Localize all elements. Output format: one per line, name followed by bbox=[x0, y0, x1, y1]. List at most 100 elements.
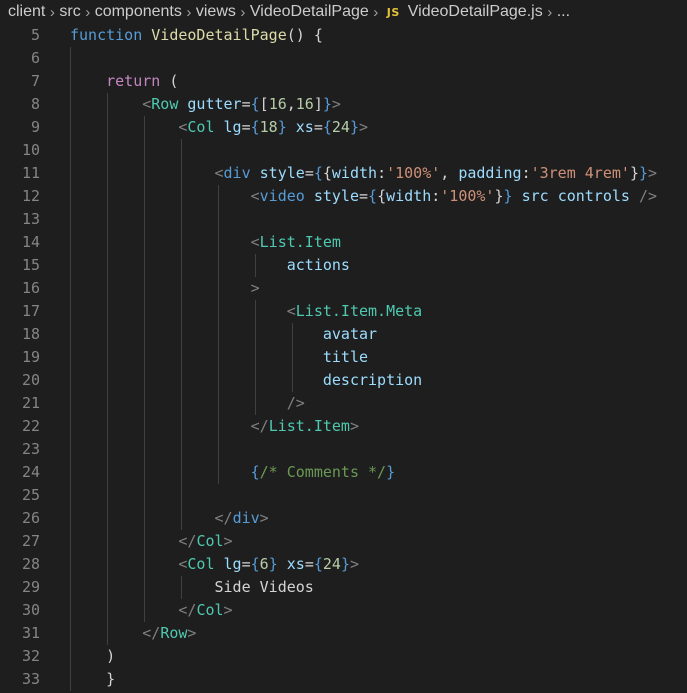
code-token: < bbox=[250, 233, 260, 251]
breadcrumb: client › src › components › views › Vide… bbox=[0, 0, 687, 24]
breadcrumb-item-src[interactable]: src bbox=[59, 3, 80, 21]
code-token: { bbox=[313, 555, 323, 573]
code-line[interactable]: 19 title bbox=[0, 346, 687, 369]
code-token: List.Item bbox=[259, 233, 341, 251]
code-token: } bbox=[503, 187, 513, 205]
code-token: /* Comments */ bbox=[259, 463, 387, 481]
code-token: { bbox=[250, 95, 260, 113]
line-content: return ( bbox=[70, 70, 178, 93]
chevron-right-icon: › bbox=[85, 3, 91, 21]
code-token: Col bbox=[187, 555, 215, 573]
code-token: </ bbox=[250, 417, 269, 435]
code-editor[interactable]: 45function VideoDetailPage() {67 return … bbox=[0, 0, 687, 693]
code-line[interactable]: 11 <div style={{width:'100%', padding:'3… bbox=[0, 162, 687, 185]
line-content: title bbox=[70, 346, 368, 369]
code-token: </ bbox=[142, 624, 161, 642]
code-line[interactable]: 16 > bbox=[0, 277, 687, 300]
line-number: 30 bbox=[21, 601, 40, 619]
code-token: style bbox=[313, 187, 359, 205]
code-line[interactable]: 20 description bbox=[0, 369, 687, 392]
code-line[interactable]: 23 bbox=[0, 438, 687, 461]
code-line[interactable]: 13 bbox=[0, 208, 687, 231]
code-line[interactable]: 12 <video style={{width:'100%'}} src con… bbox=[0, 185, 687, 208]
code-token: ( bbox=[160, 72, 179, 90]
line-number: 13 bbox=[21, 210, 40, 228]
code-line[interactable]: 29 Side Videos bbox=[0, 576, 687, 599]
line-number: 32 bbox=[21, 647, 40, 665]
code-token: < bbox=[142, 95, 152, 113]
breadcrumb-item-views[interactable]: views bbox=[196, 3, 236, 21]
code-line[interactable]: 14 <List.Item bbox=[0, 231, 687, 254]
code-line[interactable]: 10 bbox=[0, 139, 687, 162]
code-token: } bbox=[349, 118, 359, 136]
line-number: 25 bbox=[21, 486, 40, 504]
code-line[interactable]: 17 <List.Item.Meta bbox=[0, 300, 687, 323]
code-line[interactable]: 28 <Col lg={6} xs={24}> bbox=[0, 553, 687, 576]
code-line[interactable]: 22 </List.Item> bbox=[0, 415, 687, 438]
code-token: </ bbox=[178, 532, 197, 550]
code-line[interactable]: 24 {/* Comments */} bbox=[0, 461, 687, 484]
line-number: 26 bbox=[21, 509, 40, 527]
code-token: > bbox=[187, 624, 197, 642]
code-line[interactable]: 15 actions bbox=[0, 254, 687, 277]
code-line[interactable]: 21 /> bbox=[0, 392, 687, 415]
code-token: </ bbox=[214, 509, 233, 527]
line-number: 14 bbox=[21, 233, 40, 251]
breadcrumb-item-client[interactable]: client bbox=[8, 3, 45, 21]
breadcrumb-item-symbols[interactable]: ... bbox=[557, 3, 570, 21]
code-token: { bbox=[250, 555, 260, 573]
code-token: = bbox=[241, 95, 251, 113]
line-number: 33 bbox=[21, 670, 40, 688]
code-line[interactable]: 6 bbox=[0, 47, 687, 70]
code-line[interactable]: 26 </div> bbox=[0, 507, 687, 530]
code-line[interactable]: 7 return ( bbox=[0, 70, 687, 93]
code-line[interactable]: 31 </Row> bbox=[0, 622, 687, 645]
line-content: <Col lg={6} xs={24}> bbox=[70, 553, 359, 576]
code-line[interactable]: 5 function VideoDetailPage() { bbox=[0, 24, 687, 47]
line-number: 22 bbox=[21, 417, 40, 435]
line-content: </Col> bbox=[70, 530, 232, 553]
chevron-right-icon: › bbox=[186, 3, 192, 21]
line-content: function VideoDetailPage() { bbox=[70, 24, 323, 47]
breadcrumb-item-file[interactable]: VideoDetailPage.js bbox=[408, 3, 543, 21]
code-token: } bbox=[277, 118, 287, 136]
code-line[interactable]: 30 </Col> bbox=[0, 599, 687, 622]
line-content: > bbox=[70, 277, 260, 300]
code-token: > bbox=[359, 118, 369, 136]
code-line[interactable]: 8 <Row gutter={[16,16]}> bbox=[0, 93, 687, 116]
line-content: </Col> bbox=[70, 599, 232, 622]
code-line[interactable]: 9 <Col lg={18} xs={24}> bbox=[0, 116, 687, 139]
code-line[interactable]: 27 </Col> bbox=[0, 530, 687, 553]
line-content: /> bbox=[70, 392, 305, 415]
code-token: /> bbox=[638, 187, 658, 205]
code-line[interactable]: 25 bbox=[0, 484, 687, 507]
code-line[interactable]: 32 ) bbox=[0, 645, 687, 668]
code-token: < bbox=[286, 302, 296, 320]
code-line[interactable]: 18 avatar bbox=[0, 323, 687, 346]
code-token: } bbox=[629, 164, 639, 182]
code-token: : bbox=[431, 187, 441, 205]
breadcrumb-item-folder[interactable]: VideoDetailPage bbox=[250, 3, 369, 21]
code-line[interactable]: 33 } bbox=[0, 668, 687, 691]
breadcrumb-item-components[interactable]: components bbox=[95, 3, 182, 21]
line-number: 15 bbox=[21, 256, 40, 274]
code-area[interactable]: 45function VideoDetailPage() {67 return … bbox=[0, 0, 687, 693]
js-file-icon: JS bbox=[386, 5, 400, 19]
line-content: <video style={{width:'100%'}} src contro… bbox=[70, 185, 657, 208]
code-token: Row bbox=[151, 95, 179, 113]
